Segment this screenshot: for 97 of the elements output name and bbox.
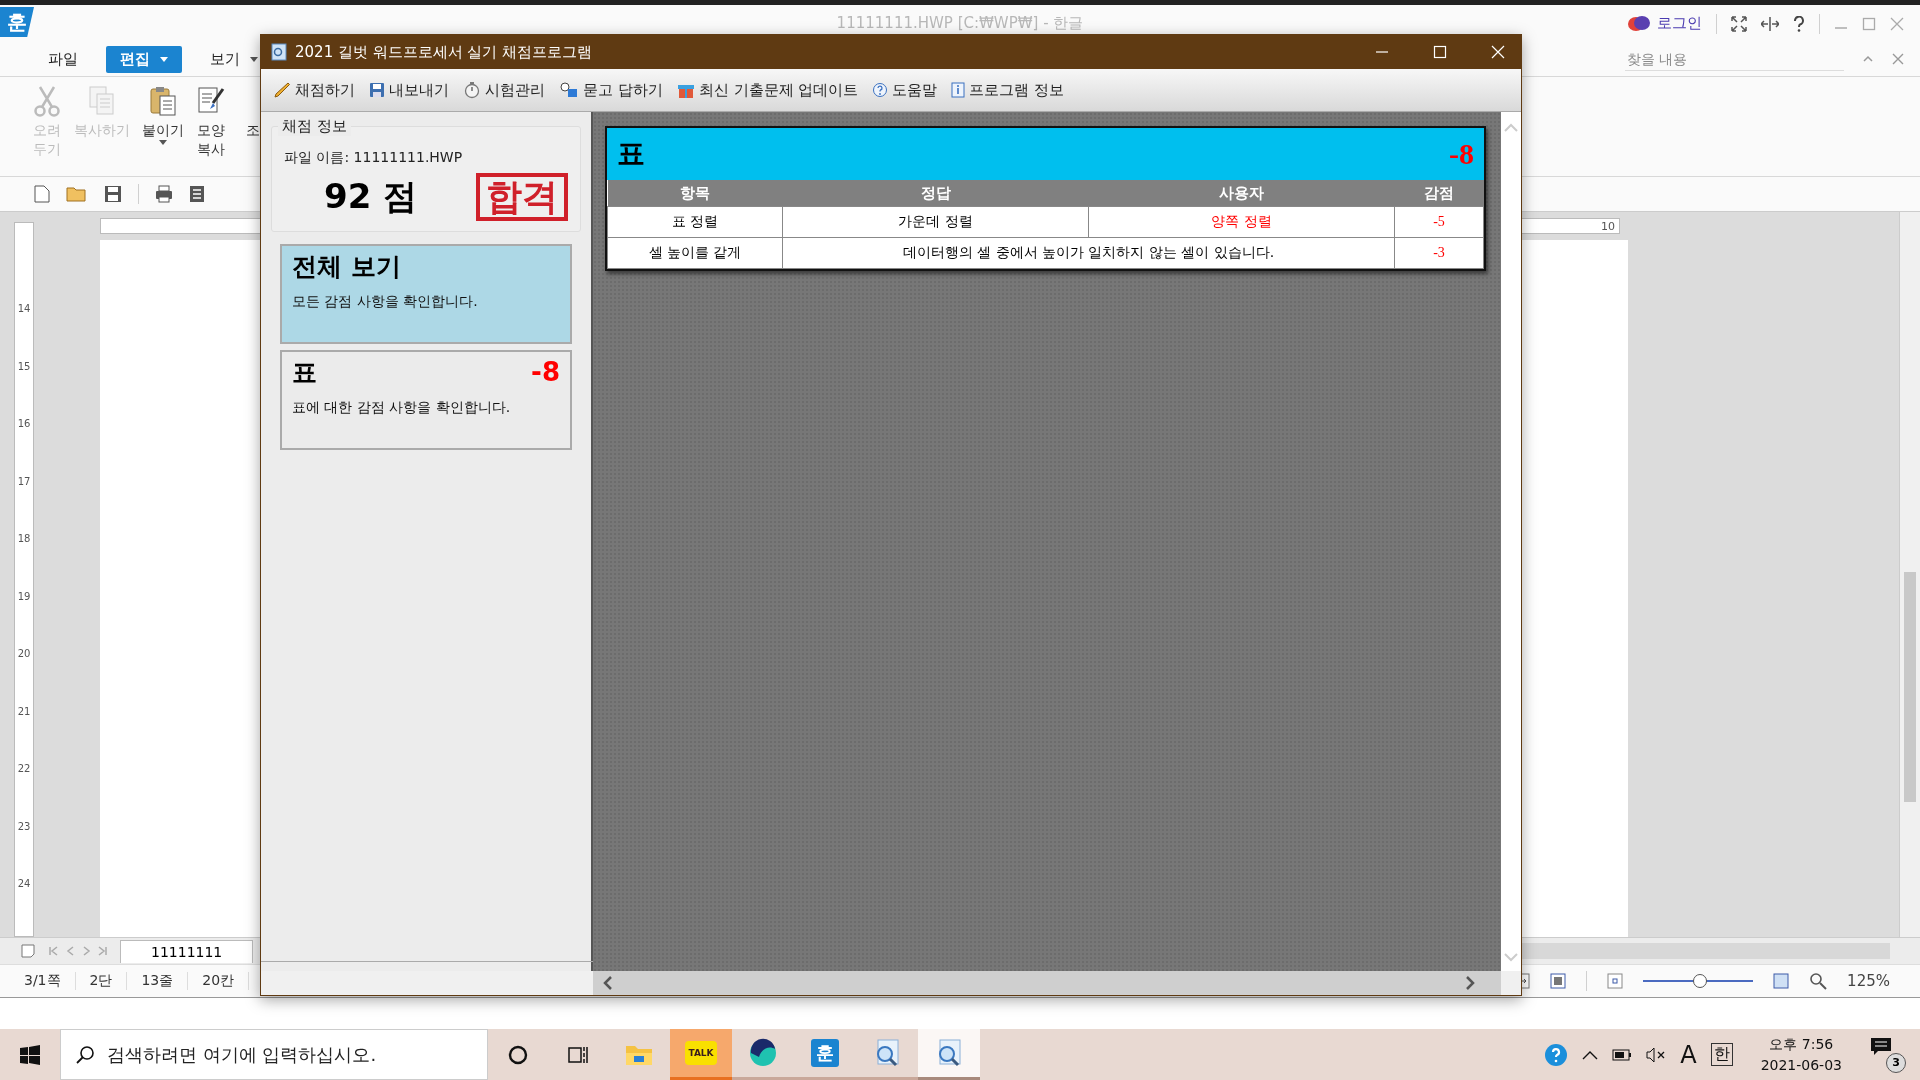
new-document-icon[interactable] (34, 185, 50, 203)
ruler-number: 21 (16, 705, 32, 719)
toolbar-button[interactable]: 프로그램 정보 (947, 78, 1069, 102)
copy-pages-icon (87, 85, 117, 117)
preview-icon[interactable] (189, 185, 205, 203)
taskbar-search-field[interactable]: 검색하려면 여기에 입력하십시오. (60, 1029, 488, 1080)
page-icon[interactable] (20, 943, 36, 959)
table-cell: 데이터행의 셀 중에서 높이가 일치하지 않는 셀이 있습니다. (782, 237, 1395, 269)
status-item: 2단 (75, 972, 128, 990)
resize-arrows-icon[interactable] (1761, 15, 1779, 32)
zoom-out-icon[interactable] (1607, 973, 1624, 989)
input-language-indicator[interactable]: 한 (1710, 1043, 1733, 1066)
notification-icon (1870, 1036, 1892, 1057)
windows-start-icon[interactable] (20, 1044, 40, 1065)
ribbon-button[interactable]: 붙이기 (142, 85, 184, 145)
help-icon[interactable] (1793, 15, 1805, 32)
document-tab[interactable]: 11111111 (120, 939, 254, 963)
save-icon (369, 82, 385, 98)
info-icon (951, 82, 966, 98)
zoom-reading: 125% (1847, 972, 1890, 990)
toolbar-button[interactable]: 채점하기 (269, 78, 359, 102)
category-card[interactable]: 전체 보기 모든 감점 사항을 확인합니다. (280, 243, 572, 344)
ruler-number: 22 (16, 763, 32, 777)
menu-item[interactable]: 편집 (106, 45, 182, 73)
vertical-scrollbar[interactable] (1899, 212, 1920, 937)
section-deduction: -8 (1449, 137, 1474, 171)
open-folder-icon[interactable] (66, 185, 88, 203)
table-cell: 양쪽 정렬 (1088, 206, 1395, 238)
status-item: 20칸 (188, 972, 250, 990)
dialog-title: 2021 길벗 워드프로세서 실기 채점프로그램 (295, 42, 593, 62)
speaker-muted-icon[interactable] (1646, 1046, 1667, 1063)
ruler-number: 23 (16, 820, 32, 834)
chevron-right-icon[interactable] (1463, 975, 1477, 991)
chevron-up-icon[interactable] (1582, 1049, 1599, 1060)
status-item: 3/1쪽 (10, 972, 76, 990)
score: 92 점 (324, 174, 418, 218)
chevron-left-icon[interactable] (601, 975, 615, 991)
toolbar-button[interactable]: 최신 기출문제 업데이트 (672, 78, 863, 102)
ruler-number: 10 (1601, 219, 1615, 233)
column-header: 정답 (782, 180, 1089, 207)
category-card[interactable]: 표 -8 표에 대한 감점 사항을 확인합니다. (280, 349, 572, 450)
ruler-number: 18 (16, 533, 32, 547)
table-cell: 가운데 정렬 (782, 206, 1089, 238)
task-view-icon[interactable] (567, 1044, 589, 1065)
ruler-number: 20 (16, 648, 32, 662)
save-icon[interactable] (104, 185, 122, 203)
window-title: 11111111.HWP [C:₩WP₩] - 한글 (836, 14, 1084, 33)
clock-time[interactable]: 오후 7:56 (1769, 1036, 1834, 1054)
printer-icon[interactable] (155, 185, 173, 203)
status-item: 13줄 (127, 972, 189, 990)
fullscreen-icon[interactable] (1731, 15, 1747, 32)
pass-stamp: 합격 (476, 173, 568, 221)
toolbar-button[interactable]: 도움말 (868, 78, 942, 102)
toolbar-button[interactable]: 내보내기 (365, 78, 453, 102)
toolbar-button[interactable]: 시험관리 (459, 78, 549, 102)
pencil-icon (273, 81, 291, 99)
table-cell: 셀 높이를 같게 (607, 237, 783, 269)
help-icon (872, 82, 889, 98)
ruler-number: 15 (16, 360, 32, 374)
stopwatch-icon (463, 81, 481, 99)
taskbar-app[interactable]: TALK (670, 1029, 732, 1080)
input-mode-indicator[interactable]: A (1680, 1040, 1697, 1069)
ribbon-button[interactable]: 모양 복사 (196, 85, 226, 159)
column-header: 사용자 (1088, 180, 1395, 207)
battery-icon[interactable] (1612, 1048, 1633, 1061)
full-page-icon[interactable] (1550, 973, 1567, 989)
table-cell: 표 정렬 (607, 206, 783, 238)
taskbar-app[interactable]: 훈 (794, 1029, 856, 1080)
scissors-icon (32, 85, 62, 117)
ruler-number: 16 (16, 418, 32, 432)
menu-item[interactable]: 보기 (196, 45, 272, 73)
app-icon (271, 43, 287, 61)
clipboard-icon (148, 85, 178, 117)
table-cell: -3 (1394, 237, 1484, 269)
column-header: 감점 (1394, 180, 1484, 207)
horizontal-scrollbar[interactable] (1520, 943, 1890, 959)
ruler-number: 19 (16, 590, 32, 604)
ruler-number: 17 (16, 475, 32, 489)
panel-legend: 채점 정보 (278, 117, 351, 136)
column-header: 항목 (607, 180, 783, 207)
toolbar-button[interactable]: 묻고 답하기 (555, 78, 667, 102)
find-field[interactable]: 찾을 내용 (1625, 47, 1844, 71)
search-icon (75, 1044, 95, 1065)
menu-item[interactable]: 파일 (34, 45, 92, 73)
app-logo[interactable]: 훈 (0, 7, 34, 37)
cortana-circle-icon[interactable] (507, 1043, 529, 1066)
ruler-number: 14 (16, 303, 32, 316)
clock-date[interactable]: 2021-06-03 (1760, 1057, 1842, 1073)
login-link[interactable]: 로그인 (1657, 14, 1702, 33)
ruler-number: 24 (16, 878, 32, 892)
table-cell: -5 (1394, 206, 1484, 238)
zoom-in-icon[interactable] (1773, 973, 1790, 989)
notification-button[interactable]: 3 (1870, 1036, 1906, 1073)
file-name: 파일 이름: 11111111.HWP (284, 149, 464, 167)
horizontal-scrollbar[interactable] (593, 971, 1501, 995)
section-title: 표 (617, 136, 645, 172)
search-icon[interactable] (1809, 972, 1828, 990)
